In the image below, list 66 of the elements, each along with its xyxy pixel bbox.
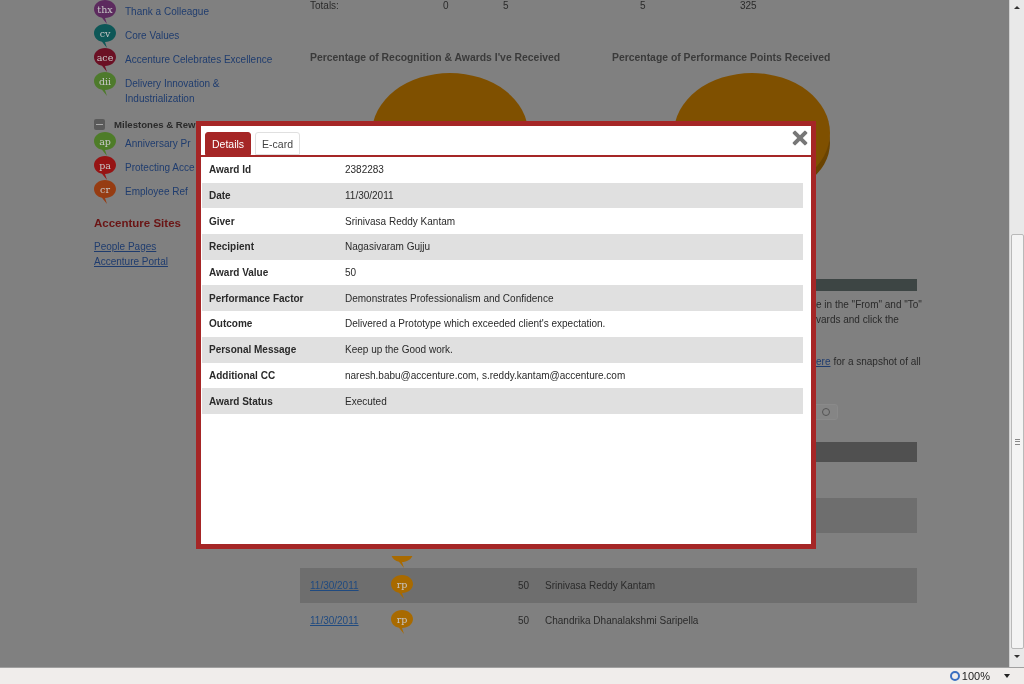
category-badge: ap xyxy=(94,132,116,156)
field-label: Award Id xyxy=(209,164,253,176)
field-label: Recipient xyxy=(209,241,255,253)
totals-value: 0 xyxy=(443,0,450,11)
table-cell: Srinivasa Reddy Kantam xyxy=(545,580,656,591)
instruction-text: e in the "From" and "To" xyxy=(816,298,922,312)
table-cell: Chandrika Dhanalakshmi Saripella xyxy=(545,615,699,626)
field-value: 50 xyxy=(345,267,357,279)
close-icon[interactable] xyxy=(792,130,808,146)
totals-label: Totals: xyxy=(310,0,340,11)
field-value: Delivered a Prototype which exceeded client's expectation. xyxy=(345,318,606,330)
grip-icon xyxy=(1014,438,1020,445)
zoom-icon[interactable] xyxy=(949,671,960,681)
field-label: Additional CC xyxy=(209,369,277,381)
sidebar-link[interactable]: Thank a Colleague xyxy=(125,0,275,19)
field-label: Performance Factor xyxy=(209,292,305,304)
scroll-down-icon[interactable] xyxy=(1014,655,1020,658)
table-cell: 50 xyxy=(517,615,529,626)
totals-value: 5 xyxy=(640,0,647,11)
field-value: Srinivasa Reddy Kantam xyxy=(345,215,456,227)
tab[interactable]: Details xyxy=(205,132,252,155)
dropdown-caret-icon[interactable] xyxy=(1004,674,1010,678)
category-badge: cr xyxy=(94,180,116,204)
scroll-thumb[interactable] xyxy=(1010,234,1024,649)
field-value: Demonstrates Professionalism and Confidence xyxy=(345,292,554,304)
scrollbar[interactable] xyxy=(1009,0,1024,667)
section-heading: Milestones & Rew xyxy=(114,119,196,130)
section-heading: Accenture Sites xyxy=(94,216,181,231)
site-link[interactable]: Accenture Portal xyxy=(94,254,168,269)
category-badge: rp xyxy=(391,574,413,599)
sidebar-link[interactable]: Accenture Celebrates Excellence xyxy=(125,48,275,67)
chart-title: Percentage of Performance Points Received xyxy=(612,52,832,64)
field-value: 2382283 xyxy=(345,164,384,176)
chart-title: Percentage of Recognition & Awards I've Received xyxy=(310,52,562,64)
tab[interactable]: E-card xyxy=(255,132,301,155)
category-badge: ace xyxy=(94,48,116,72)
totals-value: 5 xyxy=(503,0,510,11)
date-link[interactable]: 11/30/2011 xyxy=(310,615,359,626)
date-link[interactable]: 11/30/2011 xyxy=(310,580,359,591)
site-link[interactable]: People Pages xyxy=(94,239,157,254)
field-label: Giver xyxy=(209,215,236,227)
scroll-up-icon[interactable] xyxy=(1014,6,1020,9)
totals-value: 325 xyxy=(740,0,758,11)
zoom-level[interactable]: 100% xyxy=(961,670,990,682)
field-value: Nagasivaram Gujju xyxy=(345,241,431,253)
field-label: Award Status xyxy=(209,395,274,407)
category-badge: pa xyxy=(94,156,116,180)
field-label: Outcome xyxy=(209,318,254,330)
field-value: 11/30/2011 xyxy=(345,190,394,202)
field-label: Award Value xyxy=(209,267,270,279)
field-label: Date xyxy=(209,190,232,202)
sidebar-link[interactable]: Core Values xyxy=(125,24,275,43)
field-value: naresh.babu@accenture.com, s.reddy.kantam@accenture.com xyxy=(345,369,626,381)
field-value: Executed xyxy=(345,395,387,407)
table-cell: 50 xyxy=(517,580,529,591)
instruction-text: vards and click the xyxy=(816,313,899,327)
here-link[interactable]: ere xyxy=(816,354,831,369)
category-badge: rp xyxy=(391,609,413,634)
collapse-icon[interactable] xyxy=(94,119,105,130)
field-value: Keep up the Good work. xyxy=(345,344,453,356)
category-badge: dii xyxy=(94,72,116,96)
instruction-text: for a snapshot of all xyxy=(833,355,921,369)
field-label: Personal Message xyxy=(209,344,298,356)
category-badge: cv xyxy=(94,24,116,48)
category-badge: thx xyxy=(94,0,116,24)
sidebar-link[interactable]: Delivery Innovation & Industrialization xyxy=(125,72,275,106)
